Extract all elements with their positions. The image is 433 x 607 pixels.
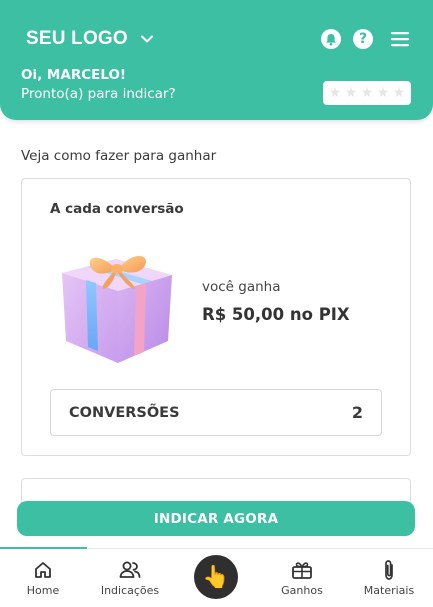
- earn-value: R$ 50,00 no PIX: [202, 305, 350, 324]
- star-icon[interactable]: ★: [345, 86, 358, 100]
- star-icon[interactable]: ★: [361, 86, 374, 100]
- greeting: Oi, MARCELO! Pronto(a) para indicar?: [21, 66, 176, 104]
- nav-item-indicacoes[interactable]: Indicações: [87, 549, 173, 607]
- bell-icon[interactable]: [321, 29, 341, 49]
- earnings-card: A cada conversão você ganha R$ 50,00 no …: [21, 178, 411, 456]
- gift-icon: [291, 559, 313, 581]
- menu-icon[interactable]: [389, 28, 411, 50]
- section-title: Veja como fazer para ganhar: [21, 148, 217, 164]
- indicate-now-button[interactable]: INDICAR AGORA: [17, 501, 415, 536]
- help-icon[interactable]: ?: [353, 29, 373, 49]
- nav-label-materiais: Materiais: [363, 584, 415, 597]
- nav-label-home: Home: [26, 584, 60, 597]
- star-icon[interactable]: ★: [393, 86, 406, 100]
- earn-label: você ganha: [202, 279, 281, 295]
- conversions-counter: CONVERSÕES 2: [50, 389, 382, 436]
- logo-switcher[interactable]: SEU LOGO: [26, 28, 154, 50]
- nav-item-materiais[interactable]: Materiais: [346, 549, 432, 607]
- app-header: SEU LOGO ? Oi, MARCELO! Pronto(a) para i…: [0, 0, 433, 120]
- pointing-hand-icon[interactable]: 👆: [194, 555, 238, 599]
- star-icon[interactable]: ★: [329, 86, 342, 100]
- nav-label-ganhos: Ganhos: [281, 584, 323, 597]
- conversions-count: 2: [351, 403, 363, 422]
- logo: SEU LOGO: [26, 28, 128, 49]
- paperclip-icon: [378, 559, 400, 581]
- gift-image: [62, 255, 172, 363]
- users-icon: [119, 559, 141, 581]
- nav-label-indicacoes: Indicações: [100, 584, 160, 597]
- star-icon[interactable]: ★: [377, 86, 390, 100]
- chevron-down-icon: [140, 32, 154, 46]
- greeting-name: Oi, MARCELO!: [21, 67, 127, 83]
- conversions-label: CONVERSÕES: [69, 404, 180, 421]
- greeting-subtitle: Pronto(a) para indicar?: [21, 86, 176, 102]
- home-icon: [32, 559, 54, 581]
- card-title: A cada conversão: [50, 201, 184, 217]
- nav-item-ganhos[interactable]: Ganhos: [259, 549, 345, 607]
- bottom-nav: Home Indicações 👆 Ganhos Materiais: [0, 547, 433, 607]
- nav-item-home[interactable]: Home: [0, 549, 86, 607]
- rating-stars: ★ ★ ★ ★ ★: [323, 81, 411, 105]
